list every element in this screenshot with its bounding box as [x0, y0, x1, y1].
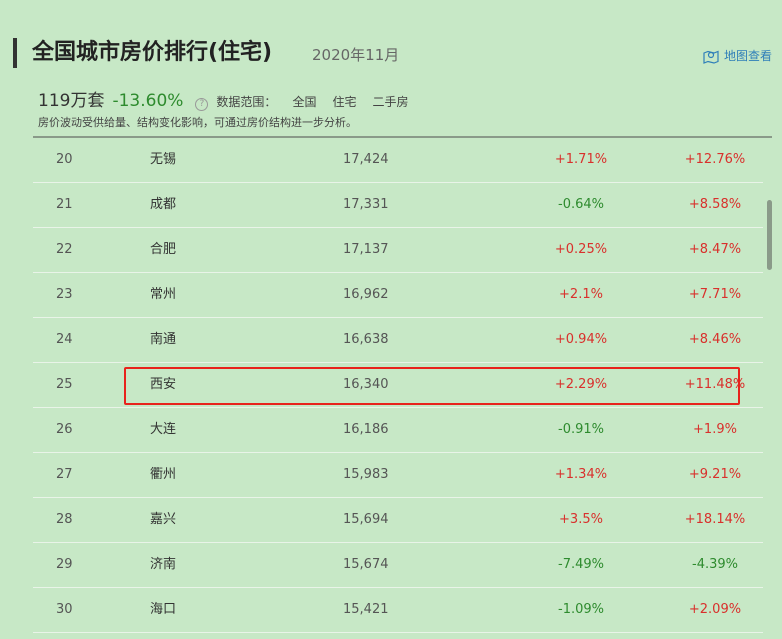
map-view-link[interactable]: 地图查看: [702, 47, 772, 64]
price-cell: 17,137: [343, 242, 389, 257]
yoy-change-cell: +8.46%: [688, 332, 742, 347]
rank-cell: 20: [56, 152, 73, 167]
mom-change-cell: -7.49%: [558, 557, 604, 572]
price-cell: 17,331: [343, 197, 389, 212]
rank-cell: 29: [56, 557, 73, 572]
table-row[interactable]: 24 南通 16,638 +0.94% +8.46%: [33, 318, 763, 363]
mom-change-cell: +0.25%: [554, 242, 608, 257]
price-cell: 16,340: [343, 377, 389, 392]
mom-change-cell: -0.64%: [558, 197, 604, 212]
city-cell: 大连: [150, 422, 177, 437]
yoy-change-cell: +8.47%: [688, 242, 742, 257]
scope-item-type: 住宅: [332, 95, 357, 109]
yoy-change-cell: +8.58%: [688, 197, 742, 212]
table-row[interactable]: 28 嘉兴 15,694 +3.5% +18.14%: [33, 498, 763, 543]
note-text: 房价波动受供给量、结构变化影响，可通过房价结构进一步分析。: [38, 116, 357, 129]
table-row[interactable]: 27 衢州 15,983 +1.34% +9.21%: [33, 453, 763, 498]
page: 全国城市房价排行(住宅) 2020年11月 地图查看 119万套 -13.60%…: [0, 0, 782, 639]
city-cell: 合肥: [150, 242, 177, 257]
summary-line: 119万套 -13.60% ? 数据范围： 全国 住宅 二手房: [38, 86, 408, 111]
title-accent-bar: [13, 38, 17, 68]
city-cell: 衢州: [150, 467, 177, 482]
yoy-change-cell: -4.39%: [692, 557, 738, 572]
help-icon[interactable]: ?: [195, 98, 209, 111]
price-cell: 15,694: [343, 512, 389, 527]
table-row[interactable]: 21 成都 17,331 -0.64% +8.58%: [33, 183, 763, 228]
city-cell: 成都: [150, 197, 177, 212]
period-label: 2020年11月: [312, 46, 400, 64]
rank-cell: 24: [56, 332, 73, 347]
table-row[interactable]: 25 西安 16,340 +2.29% +11.48%: [33, 363, 763, 408]
mom-change-cell: -0.91%: [558, 422, 604, 437]
rank-cell: 25: [56, 377, 73, 392]
scrollbar-thumb[interactable]: [767, 200, 772, 270]
rank-cell: 30: [56, 602, 73, 617]
yoy-change-cell: +9.21%: [688, 467, 742, 482]
listing-count: 119万套: [38, 91, 105, 111]
price-cell: 16,962: [343, 287, 389, 302]
yoy-change-cell: +2.09%: [688, 602, 742, 617]
mom-change-cell: +2.29%: [554, 377, 608, 392]
city-cell: 西安: [150, 377, 177, 392]
mom-change-cell: +3.5%: [559, 512, 603, 527]
city-cell: 嘉兴: [150, 512, 177, 527]
mom-change-cell: +0.94%: [554, 332, 608, 347]
ranking-table: 20 无锡 17,424 +1.71% +12.76% 21 成都 17,331 -0.64% +…: [33, 138, 763, 633]
rank-cell: 23: [56, 287, 73, 302]
mom-change-cell: +1.34%: [554, 467, 608, 482]
rank-cell: 21: [56, 197, 73, 212]
city-cell: 南通: [150, 332, 177, 347]
map-pin-icon: [703, 50, 719, 64]
table-row[interactable]: 20 无锡 17,424 +1.71% +12.76%: [33, 138, 763, 183]
scope-item-region: 全国: [292, 95, 317, 109]
mom-change-cell: +1.71%: [554, 152, 608, 167]
yoy-change-cell: +7.71%: [688, 287, 742, 302]
yoy-change-cell: +11.48%: [684, 377, 746, 392]
rank-cell: 28: [56, 512, 73, 527]
mom-change-cell: +2.1%: [559, 287, 603, 302]
scope-label: 数据范围：: [216, 95, 277, 109]
price-cell: 17,424: [343, 152, 389, 167]
city-cell: 海口: [150, 602, 177, 617]
price-cell: 16,638: [343, 332, 389, 347]
price-cell: 15,421: [343, 602, 389, 617]
yoy-change-cell: +1.9%: [693, 422, 737, 437]
rank-cell: 26: [56, 422, 73, 437]
table-row[interactable]: 29 济南 15,674 -7.49% -4.39%: [33, 543, 763, 588]
table-row[interactable]: 23 常州 16,962 +2.1% +7.71%: [33, 273, 763, 318]
table-row[interactable]: 30 海口 15,421 -1.09% +2.09%: [33, 588, 763, 633]
yoy-change-cell: +18.14%: [684, 512, 746, 527]
table-row[interactable]: 22 合肥 17,137 +0.25% +8.47%: [33, 228, 763, 273]
price-cell: 15,983: [343, 467, 389, 482]
city-cell: 常州: [150, 287, 177, 302]
city-cell: 济南: [150, 557, 177, 572]
table-row[interactable]: 26 大连 16,186 -0.91% +1.9%: [33, 408, 763, 453]
map-view-label: 地图查看: [723, 49, 772, 63]
rank-cell: 22: [56, 242, 73, 257]
price-cell: 16,186: [343, 422, 389, 437]
price-cell: 15,674: [343, 557, 389, 572]
yoy-change-cell: +12.76%: [684, 152, 746, 167]
page-title: 全国城市房价排行(住宅): [32, 40, 273, 65]
rank-cell: 27: [56, 467, 73, 482]
scope-item-market: 二手房: [372, 95, 409, 109]
price-change: -13.60%: [112, 91, 184, 111]
mom-change-cell: -1.09%: [558, 602, 604, 617]
city-cell: 无锡: [150, 152, 177, 167]
